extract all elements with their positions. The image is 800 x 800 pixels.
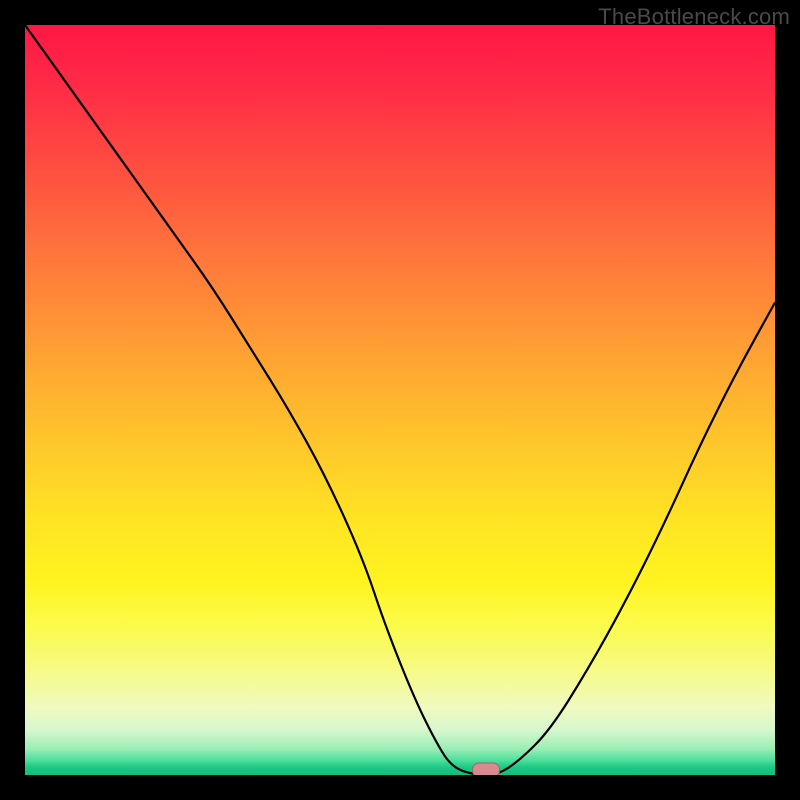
watermark-text: TheBottleneck.com: [598, 4, 790, 30]
bottleneck-curve: [25, 25, 775, 775]
plot-area: [25, 25, 775, 775]
minimum-marker: [472, 763, 500, 776]
curve-svg: [25, 25, 775, 775]
chart-container: TheBottleneck.com: [0, 0, 800, 800]
